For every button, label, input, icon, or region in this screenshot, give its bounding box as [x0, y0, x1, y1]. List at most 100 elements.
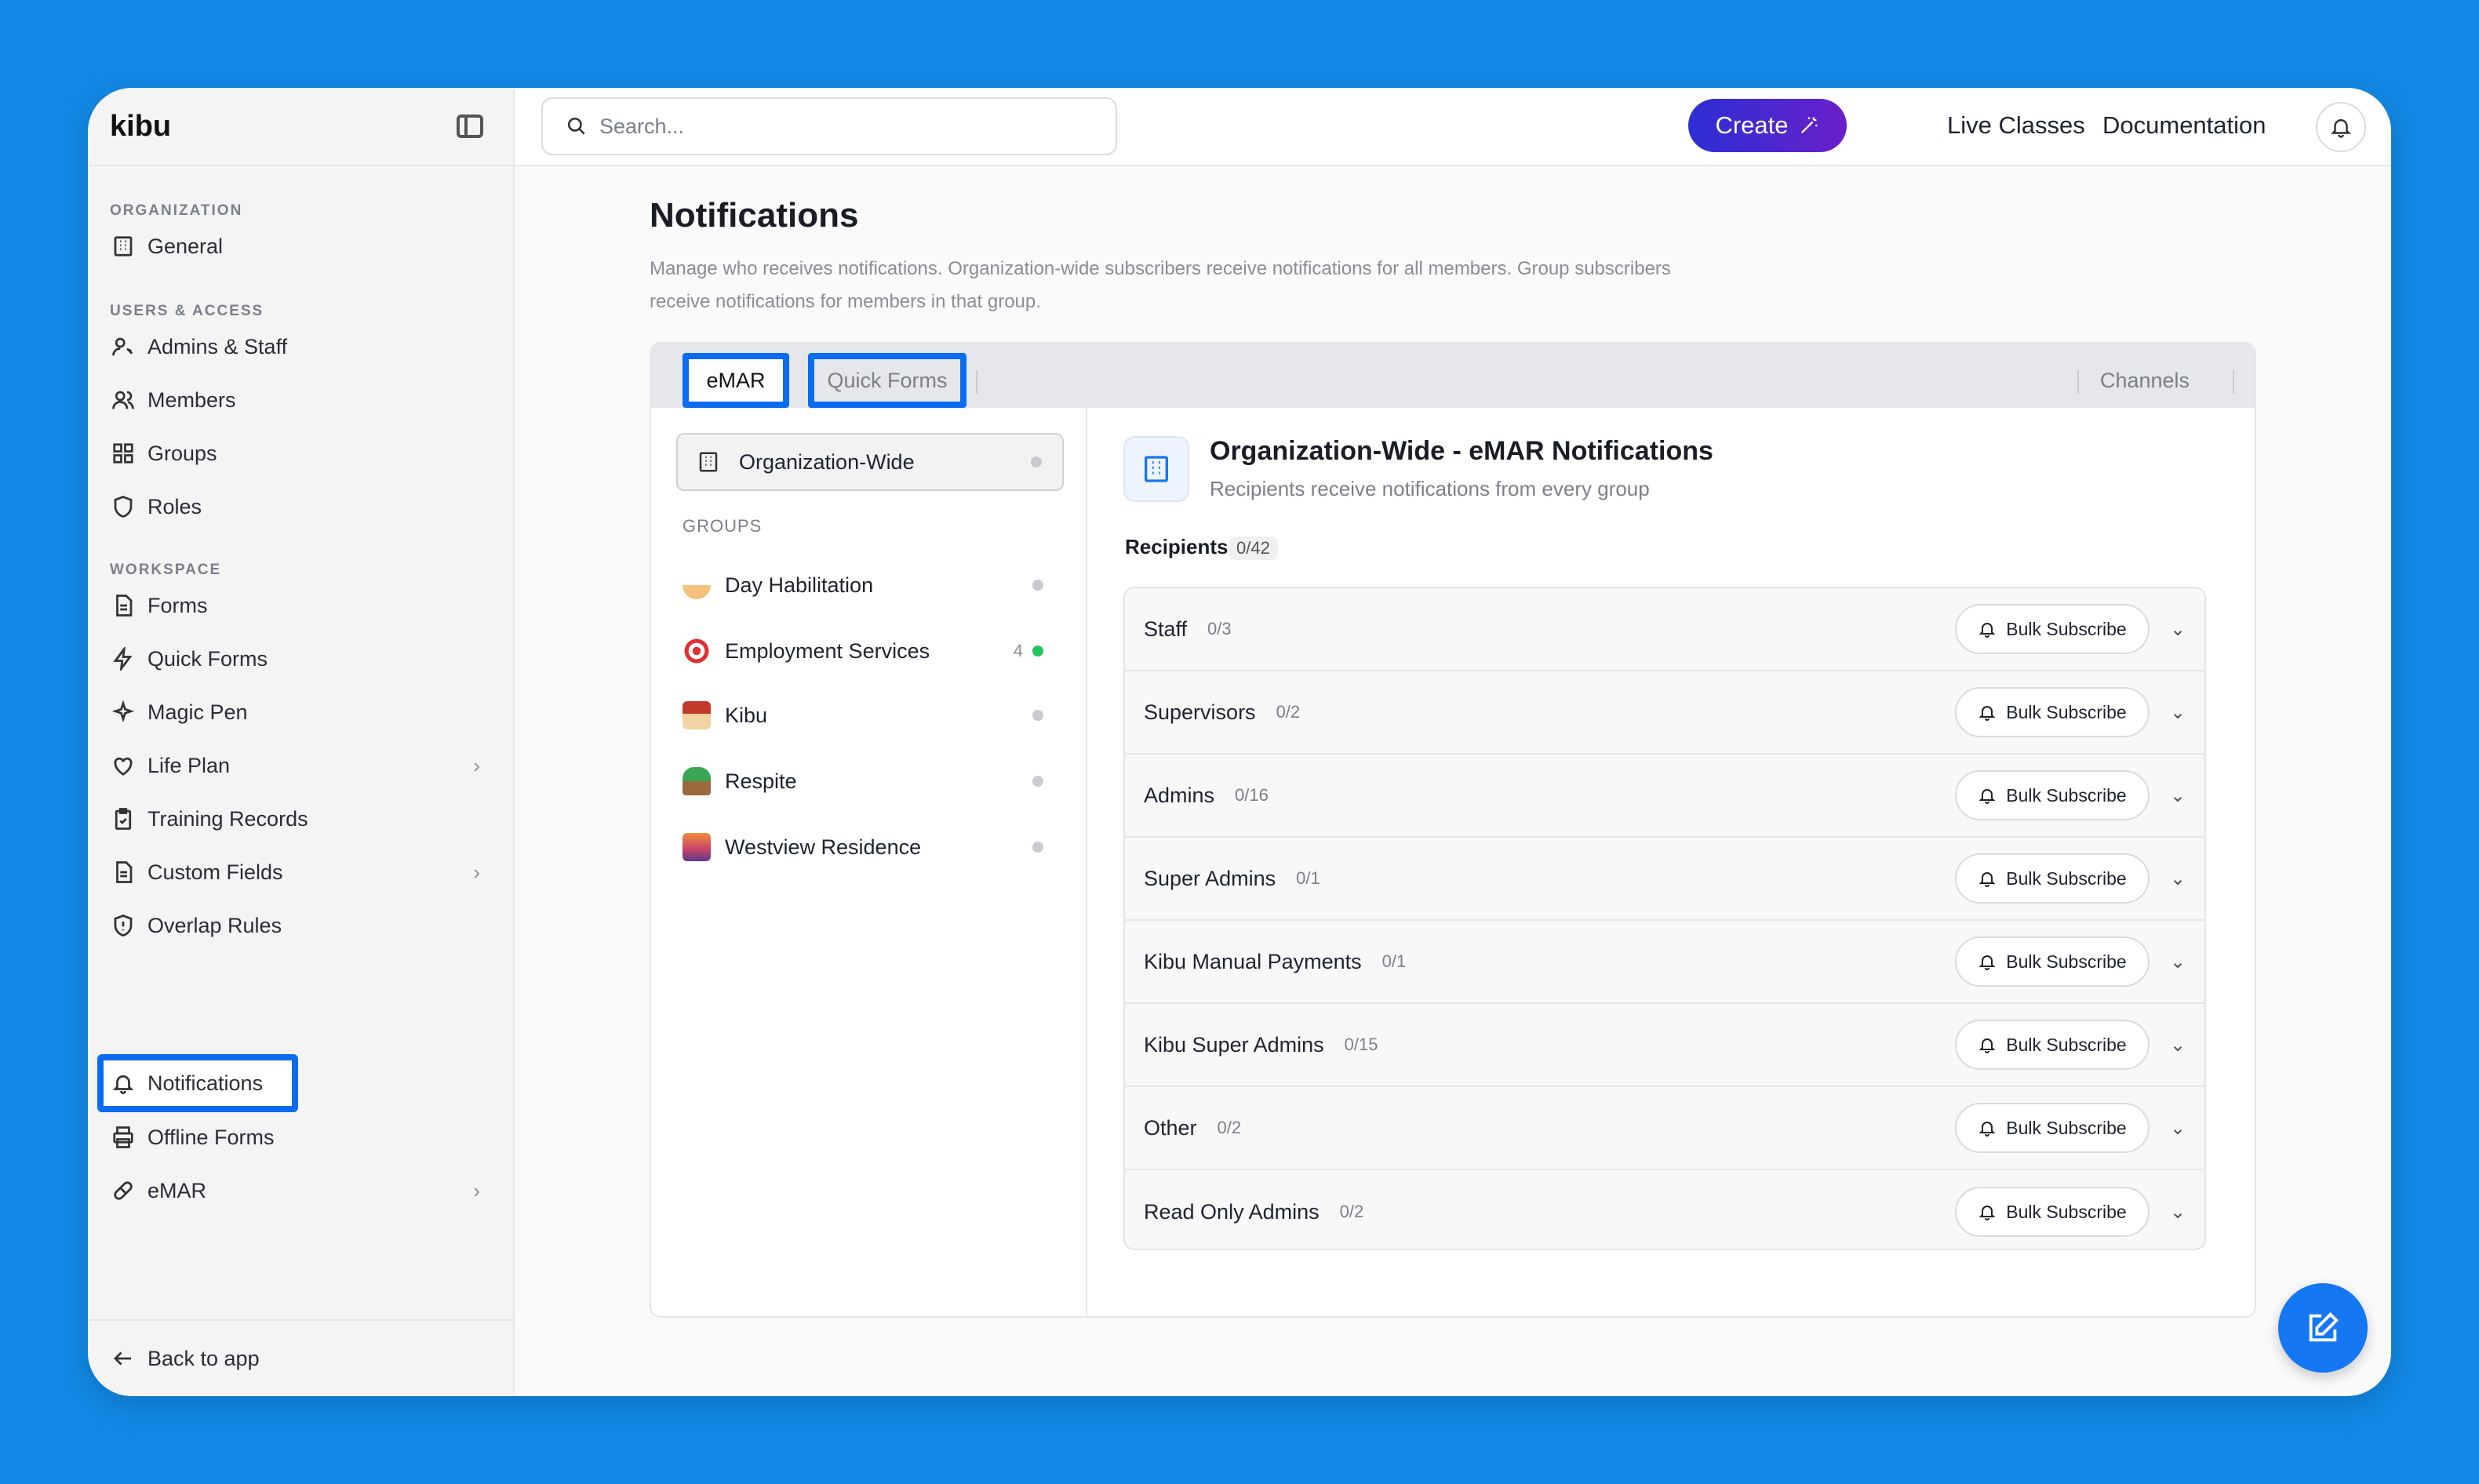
search-box[interactable]	[541, 97, 1117, 155]
documentation-link[interactable]: Documentation	[2102, 111, 2266, 140]
bulk-subscribe-button[interactable]: Bulk Subscribe	[1955, 770, 2150, 820]
org-wide-item[interactable]: Organization-Wide	[676, 433, 1064, 491]
target-icon	[683, 637, 711, 665]
group-item[interactable]: Kibu	[683, 692, 1064, 739]
chevron-down-icon[interactable]: ⌄	[2170, 1117, 2186, 1140]
back-to-app-label: Back to app	[147, 1346, 260, 1370]
role-name: Supervisors	[1144, 700, 1256, 724]
role-name: Staff	[1144, 617, 1188, 641]
role-row-kibu-manual-payments[interactable]: Kibu Manual Payments 0/1 Bulk Subscribe …	[1125, 921, 2204, 1004]
chevron-down-icon[interactable]: ⌄	[2170, 1034, 2186, 1057]
bulk-subscribe-label: Bulk Subscribe	[2006, 1201, 2127, 1222]
sidebar-item-members[interactable]: Members	[104, 376, 496, 424]
role-row-staff[interactable]: Staff 0/3 Bulk Subscribe ⌄	[1125, 588, 2204, 671]
page-title: Notifications	[650, 196, 859, 235]
clipboard-check-icon	[110, 806, 137, 832]
sidebar-item-magic-pen[interactable]: Magic Pen	[104, 689, 496, 736]
bell-icon	[2330, 119, 2352, 138]
group-name: Day Habilitation	[725, 573, 874, 597]
role-row-super-admins[interactable]: Super Admins 0/1 Bulk Subscribe ⌄	[1125, 838, 2204, 921]
recipients-count-badge: 0/42	[1229, 536, 1278, 560]
group-item[interactable]: Respite	[683, 758, 1064, 805]
section-label-organization: ORGANIZATION	[110, 202, 243, 219]
sidebar: kibu ORGANIZATION General USERS & ACCESS…	[88, 88, 515, 1396]
divider	[88, 165, 515, 166]
sidebar-item-roles[interactable]: Roles	[104, 483, 496, 530]
sidebar-item-emar[interactable]: eMAR ›	[104, 1167, 496, 1214]
chevron-down-icon[interactable]: ⌄	[2170, 784, 2186, 807]
role-row-read-only-admins[interactable]: Read Only Admins 0/2 Bulk Subscribe ⌄	[1125, 1170, 2204, 1249]
sidebar-toggle-icon[interactable]	[457, 115, 483, 138]
chevron-down-icon[interactable]: ⌄	[2170, 701, 2186, 724]
live-classes-link[interactable]: Live Classes	[1947, 111, 2085, 140]
chevron-right-icon: ›	[473, 860, 480, 884]
sidebar-item-label: Admins & Staff	[147, 334, 288, 358]
chevron-down-icon[interactable]: ⌄	[2170, 951, 2186, 973]
chevron-right-icon: ›	[473, 753, 480, 777]
sidebar-item-forms[interactable]: Forms	[104, 582, 496, 629]
bulk-subscribe-button[interactable]: Bulk Subscribe	[1955, 604, 2150, 654]
sidebar-item-label: Custom Fields	[147, 860, 283, 884]
document-icon	[110, 592, 137, 619]
bell-icon	[1978, 623, 1996, 638]
notifications-button[interactable]	[2316, 102, 2366, 152]
sidebar-item-quick-forms[interactable]: Quick Forms	[104, 635, 496, 682]
bulk-subscribe-label: Bulk Subscribe	[2006, 951, 2127, 972]
chevron-down-icon[interactable]: ⌄	[2170, 867, 2186, 890]
building-icon	[1123, 436, 1189, 502]
sidebar-item-offline-forms[interactable]: Offline Forms	[104, 1114, 496, 1161]
role-row-other[interactable]: Other 0/2 Bulk Subscribe ⌄	[1125, 1087, 2204, 1170]
group-item[interactable]: Employment Services 4	[683, 627, 1064, 675]
bulk-subscribe-button[interactable]: Bulk Subscribe	[1955, 1187, 2150, 1237]
role-count: 0/2	[1217, 1118, 1242, 1137]
sidebar-item-training-records[interactable]: Training Records	[104, 795, 496, 842]
user-key-icon	[110, 333, 137, 360]
search-input[interactable]	[599, 114, 1070, 139]
sidebar-item-admins-staff[interactable]: Admins & Staff	[104, 323, 496, 370]
sidebar-item-label: Members	[147, 387, 236, 412]
tab-bar: eMAR Quick Forms Channels	[651, 344, 2255, 408]
role-count: 0/2	[1276, 702, 1301, 722]
group-list-pane: Organization-Wide GROUPS Day Habilitatio…	[651, 408, 1087, 1316]
sidebar-item-overlap-rules[interactable]: Overlap Rules	[104, 902, 496, 949]
tab-channels[interactable]: Channels	[2066, 353, 2223, 408]
sidebar-item-general[interactable]: General	[104, 223, 496, 270]
bulk-subscribe-button[interactable]: Bulk Subscribe	[1955, 937, 2150, 987]
role-row-admins[interactable]: Admins 0/16 Bulk Subscribe ⌄	[1125, 755, 2204, 838]
bell-icon	[110, 1070, 137, 1097]
chevron-down-icon[interactable]: ⌄	[2170, 1201, 2186, 1224]
sidebar-item-label: Offline Forms	[147, 1125, 275, 1149]
chevron-down-icon[interactable]: ⌄	[2170, 618, 2186, 641]
sidebar-item-life-plan[interactable]: Life Plan ›	[104, 742, 496, 789]
section-label-users-access: USERS & ACCESS	[110, 303, 264, 319]
sidebar-item-groups[interactable]: Groups	[104, 430, 496, 477]
sidebar-item-custom-fields[interactable]: Custom Fields ›	[104, 849, 496, 896]
sidebar-item-label: General	[147, 234, 224, 258]
group-item[interactable]: Day Habilitation	[683, 562, 1064, 609]
group-item[interactable]: Westview Residence	[683, 824, 1064, 871]
role-name: Other	[1144, 1115, 1197, 1140]
brand-logo[interactable]: kibu	[110, 110, 171, 144]
bell-icon	[1978, 1122, 1996, 1137]
tab-emar[interactable]: eMAR	[683, 353, 789, 408]
bulk-subscribe-button[interactable]: Bulk Subscribe	[1955, 853, 2150, 904]
role-count: 0/1	[1381, 951, 1407, 971]
compose-button[interactable]	[2278, 1283, 2368, 1373]
bulk-subscribe-button[interactable]: Bulk Subscribe	[1955, 687, 2150, 737]
tab-quick-forms[interactable]: Quick Forms	[808, 353, 966, 408]
chevron-right-icon: ›	[473, 1178, 480, 1202]
bulk-subscribe-button[interactable]: Bulk Subscribe	[1955, 1020, 2150, 1070]
sidebar-item-label: Forms	[147, 593, 208, 617]
house-icon	[683, 701, 711, 729]
palm-tree-icon	[683, 767, 711, 795]
back-to-app-link[interactable]: Back to app	[104, 1335, 496, 1382]
create-button[interactable]: Create	[1688, 99, 1847, 152]
pill-icon	[110, 1177, 137, 1204]
building-icon	[699, 452, 718, 472]
bulk-subscribe-button[interactable]: Bulk Subscribe	[1955, 1103, 2150, 1153]
status-dot	[1032, 646, 1043, 657]
sidebar-item-notifications[interactable]: Notifications	[97, 1054, 298, 1112]
sparkle-icon	[110, 699, 137, 726]
role-row-kibu-super-admins[interactable]: Kibu Super Admins 0/15 Bulk Subscribe ⌄	[1125, 1004, 2204, 1087]
role-row-supervisors[interactable]: Supervisors 0/2 Bulk Subscribe ⌄	[1125, 671, 2204, 755]
